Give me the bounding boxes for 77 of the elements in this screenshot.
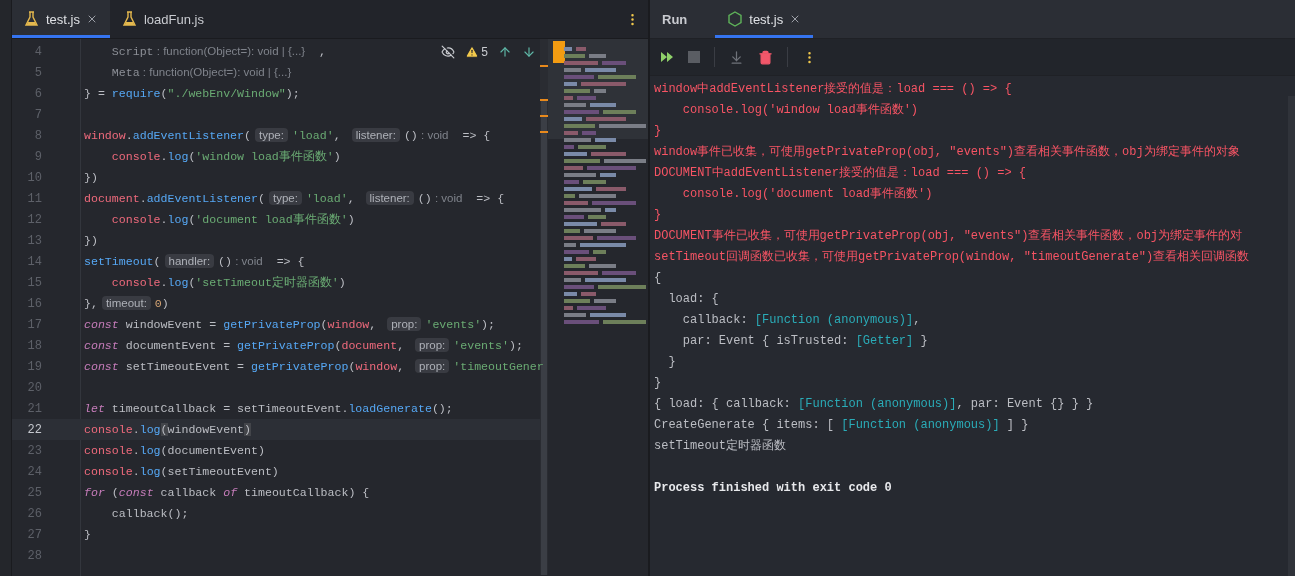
code-line: for (const callback of timeoutCallback) { xyxy=(84,486,370,499)
console-line: par: Event { isTrusted: [Getter] } xyxy=(681,333,928,348)
console-line: } xyxy=(654,123,662,138)
code-line: const windowEvent = getPrivateProp(window, prop: 'events'); xyxy=(84,318,496,331)
editor-tab[interactable]: loadFun.js xyxy=(109,0,216,38)
line-number: 24 xyxy=(26,464,42,479)
code-line: } xyxy=(84,528,91,541)
console-line: window事件已收集，可使用getPrivateProp(obj, "events")查看相关事件函数，obj为绑定事件的对象 xyxy=(654,144,1240,160)
code-line: const documentEvent = getPrivateProp(document, prop: 'events'); xyxy=(84,339,523,352)
line-number: 21 xyxy=(26,401,42,416)
line-number: 23 xyxy=(26,443,42,458)
line-number: 19 xyxy=(26,359,42,374)
line-number: 7 xyxy=(33,107,42,122)
code-line: callback(); xyxy=(110,507,189,520)
editor-tab[interactable]: test.js xyxy=(12,0,110,38)
line-number: 27 xyxy=(26,527,42,542)
console-line: window中addEventListener接受的值是：load === () => { xyxy=(654,81,1012,97)
code-line: console.log('window load事件函数') xyxy=(110,149,341,164)
line-number: 4 xyxy=(33,44,42,59)
code-line: Script : function(Object=): void | {...} , xyxy=(110,45,327,58)
code-line: window.addEventListener( type: 'load', listener: () : void => { xyxy=(84,129,491,142)
trash-icon[interactable] xyxy=(758,49,773,65)
console-line: { load: { callback: [Function (anonymous)], par: Event {} } } xyxy=(654,396,1094,411)
console-line: } xyxy=(654,375,662,390)
line-number: 6 xyxy=(33,86,42,101)
code-line: console.log(documentEvent) xyxy=(84,444,265,457)
line-number: 5 xyxy=(33,65,42,80)
console-line: DOCUMENT事件已收集，可使用getPrivateProp(obj, "events")查看相关事件函数，obj为绑定事件的对 xyxy=(654,228,1243,244)
code-line: const setTimeoutEvent = getPrivateProp(window, prop: 'timeoutGener xyxy=(84,360,544,373)
scroll-to-end-icon[interactable] xyxy=(729,49,744,65)
flask-icon xyxy=(121,11,138,27)
console-line: load: { xyxy=(667,291,719,306)
console-line: } xyxy=(667,354,676,369)
line-number: 25 xyxy=(26,485,42,500)
console-line: CreateGenerate { items: [ [Function (anonymous)] ] } xyxy=(654,417,1029,432)
panel-title: Run xyxy=(662,10,689,29)
code-line: setTimeout( handler: () : void => { xyxy=(84,255,305,268)
code-line: }) xyxy=(84,171,98,184)
console-line: console.log('document load事件函数') xyxy=(681,186,933,202)
line-number: 28 xyxy=(26,548,42,563)
console-line: DOCUMENT中addEventListener接受的值是：load === () => { xyxy=(654,165,1027,181)
line-number: 13 xyxy=(26,233,42,248)
hexagon-icon xyxy=(727,11,744,27)
code-line: }) xyxy=(84,234,98,247)
flask-icon xyxy=(24,11,40,27)
console-line: setTimeout定时器函数 xyxy=(654,438,786,454)
code-line: let timeoutCallback = setTimeoutEvent.loadGenerate(); xyxy=(84,402,453,415)
code-line: console.log(windowEvent) xyxy=(84,423,251,436)
rerun-icon[interactable] xyxy=(660,51,674,63)
line-number: 20 xyxy=(26,380,42,395)
line-number: 14 xyxy=(26,254,42,269)
arrow-up-icon[interactable] xyxy=(498,45,512,59)
line-number: 17 xyxy=(26,317,42,332)
line-number: 22 xyxy=(26,422,42,437)
line-number: 10 xyxy=(26,170,42,185)
console-line: callback: [Function (anonymous)], xyxy=(681,312,921,327)
code-line: console.log(setTimeoutEvent) xyxy=(84,465,279,478)
console-line: { xyxy=(654,270,662,285)
code-line: document.addEventListener( type: 'load', listener: () : void => { xyxy=(84,192,505,205)
code-line: }, timeout: 0) xyxy=(84,297,169,310)
line-number: 15 xyxy=(26,275,42,290)
eye-off-icon[interactable] xyxy=(441,45,456,59)
line-number: 8 xyxy=(33,128,42,143)
console-line: Process finished with exit code 0 xyxy=(654,480,892,495)
line-number: 11 xyxy=(26,191,42,206)
code-line: Meta : function(Object=): void | {...} xyxy=(110,66,292,79)
console-line: } xyxy=(654,207,662,222)
line-number: 18 xyxy=(26,338,42,353)
console-line: setTimeout回调函数已收集，可使用getPrivateProp(window, "timeoutGenerate")查看相关回调函数 xyxy=(654,249,1250,265)
line-number: 16 xyxy=(26,296,42,311)
console-line: console.log('window load事件函数') xyxy=(681,102,919,118)
code-line: } = require("./webEnv/Window"); xyxy=(84,87,300,100)
code-line: console.log('setTimeout定时器函数') xyxy=(110,275,346,290)
line-number: 26 xyxy=(26,506,42,521)
code-line: console.log('document load事件函数') xyxy=(110,212,355,227)
line-number: 12 xyxy=(26,212,42,227)
line-number: 9 xyxy=(33,149,42,164)
